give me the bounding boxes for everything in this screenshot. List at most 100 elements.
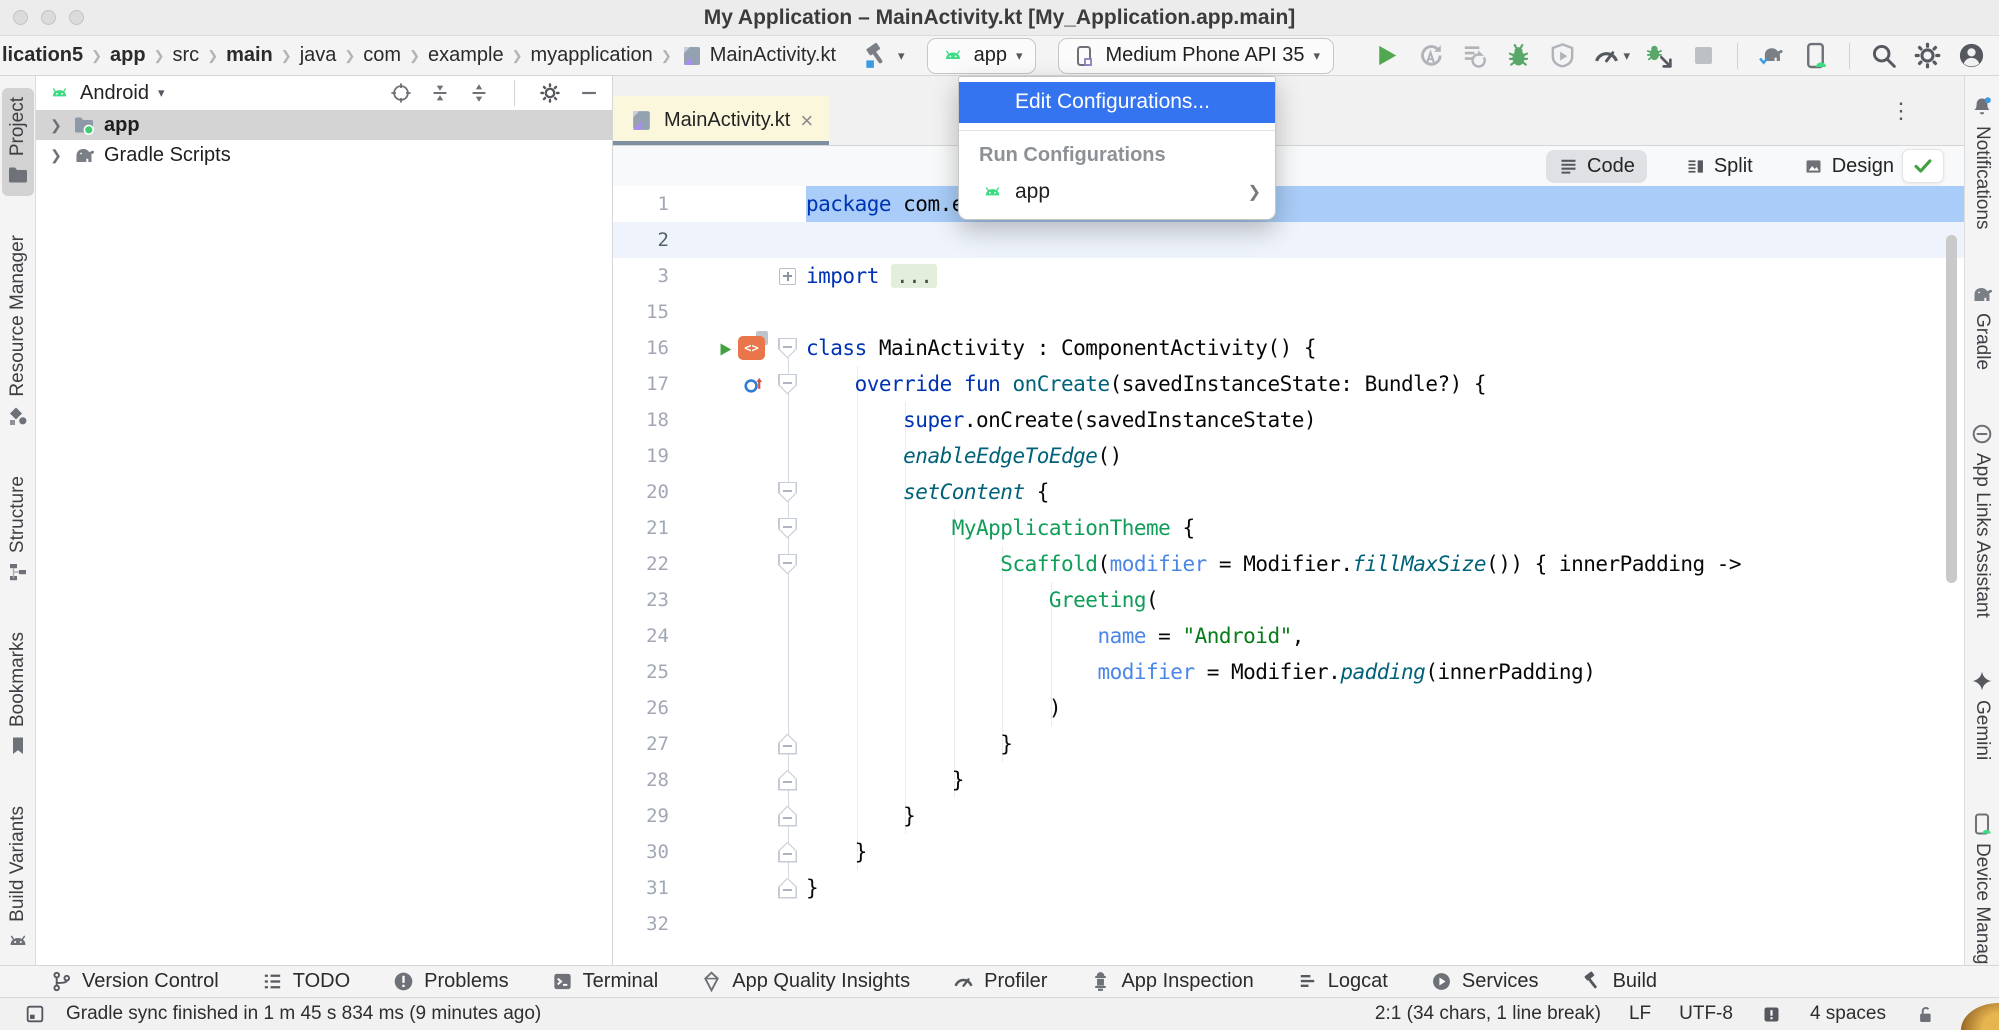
view-mode-code[interactable]: Code xyxy=(1546,150,1647,183)
device-select[interactable]: Medium Phone API 35 ▾ xyxy=(1058,38,1334,74)
compose-preview-icon[interactable]: <> xyxy=(738,336,765,360)
tool-window-app-quality-insights[interactable]: App Quality Insights xyxy=(700,970,910,993)
breadcrumb-src[interactable]: src xyxy=(173,44,200,67)
run-configuration-select[interactable]: app ▾ xyxy=(927,38,1037,74)
file-encoding[interactable]: UTF-8 xyxy=(1679,1003,1733,1025)
line-number[interactable]: 29 xyxy=(613,805,675,827)
line-number[interactable]: 30 xyxy=(613,841,675,863)
line-number[interactable]: 28 xyxy=(613,769,675,791)
line-number[interactable]: 24 xyxy=(613,625,675,647)
tool-window-todo[interactable]: TODO xyxy=(261,970,350,993)
profiler-button[interactable]: ▾ xyxy=(1589,38,1633,73)
attach-debugger-button[interactable] xyxy=(1642,38,1677,73)
fold-marker[interactable] xyxy=(778,482,797,503)
line-number[interactable]: 26 xyxy=(613,697,675,719)
line-number[interactable]: 17 xyxy=(613,373,675,395)
exclamation-square-icon[interactable] xyxy=(1761,1004,1782,1025)
menu-item-edit-configurations[interactable]: Edit Configurations... xyxy=(959,82,1275,123)
fold-marker[interactable] xyxy=(778,770,797,791)
gear-button[interactable] xyxy=(539,82,561,104)
sync-gradle-button[interactable] xyxy=(1754,38,1789,73)
editor-tab-mainactivity[interactable]: MainActivity.kt × xyxy=(613,96,829,145)
settings-button[interactable] xyxy=(1910,38,1945,73)
line-number[interactable]: 27 xyxy=(613,733,675,755)
apply-code-changes-button[interactable] xyxy=(1457,38,1492,73)
line-number[interactable]: 1 xyxy=(613,193,675,215)
status-message[interactable]: Gradle sync finished in 1 m 45 s 834 ms … xyxy=(66,1003,541,1025)
stop-button[interactable] xyxy=(1686,38,1721,73)
view-mode-split[interactable]: Split xyxy=(1673,150,1765,183)
run-button[interactable] xyxy=(1369,38,1404,73)
collapse-arrows-button[interactable] xyxy=(429,82,451,104)
tab-options-kebab-icon[interactable]: ⋮ xyxy=(1890,98,1912,124)
layout-grid-icon[interactable] xyxy=(24,1003,46,1025)
tool-window-build[interactable]: Build xyxy=(1581,970,1657,993)
minus-button[interactable] xyxy=(578,82,600,104)
breadcrumb-app[interactable]: app xyxy=(110,44,146,67)
breadcrumb-main[interactable]: main xyxy=(226,44,273,67)
inspection-status-widget[interactable] xyxy=(1902,149,1944,183)
profile-avatar-button[interactable] xyxy=(1954,38,1989,73)
line-number[interactable]: 16 xyxy=(613,337,675,359)
target-button[interactable] xyxy=(390,82,412,104)
tool-window-problems[interactable]: Problems xyxy=(392,970,508,993)
menu-item-app[interactable]: app ❯ xyxy=(959,174,1275,210)
tool-stripe-bookmarks[interactable]: Bookmarks xyxy=(2,623,34,767)
view-mode-design[interactable]: Design xyxy=(1791,150,1906,183)
override-method-icon[interactable] xyxy=(742,373,765,396)
line-number[interactable]: 3 xyxy=(613,265,675,287)
tool-window-services[interactable]: Services xyxy=(1430,970,1539,993)
editor-scrollbar[interactable] xyxy=(1946,235,1957,583)
tool-stripe-device-manager[interactable]: Device Manager xyxy=(1966,803,1998,990)
fold-marker[interactable] xyxy=(778,842,797,863)
line-number[interactable]: 15 xyxy=(613,301,675,323)
tree-item-gradle-scripts[interactable]: ❯ Gradle Scripts xyxy=(36,140,612,170)
tool-stripe-notifications[interactable]: Notifications xyxy=(1966,86,1998,239)
fold-marker[interactable] xyxy=(778,338,797,359)
close-tab-icon[interactable]: × xyxy=(800,110,813,132)
breadcrumb-com[interactable]: com xyxy=(363,44,401,67)
line-number[interactable]: 20 xyxy=(613,481,675,503)
build-project-button[interactable]: ▾ xyxy=(862,41,905,71)
chevron-expand-icon[interactable]: ❯ xyxy=(48,117,64,134)
project-view-select[interactable]: Android xyxy=(80,82,149,105)
line-number[interactable]: 19 xyxy=(613,445,675,467)
chevron-expand-icon[interactable]: ❯ xyxy=(48,147,64,164)
tool-window-logcat[interactable]: Logcat xyxy=(1296,970,1388,993)
apply-changes-button[interactable] xyxy=(1413,38,1448,73)
fold-marker[interactable] xyxy=(778,806,797,827)
tool-window-profiler[interactable]: Profiler xyxy=(952,970,1047,993)
fold-marker[interactable] xyxy=(778,734,797,755)
line-number[interactable]: 23 xyxy=(613,589,675,611)
breadcrumb-mainactivity-kt[interactable]: MainActivity.kt xyxy=(680,44,836,68)
tool-window-version-control[interactable]: Version Control xyxy=(50,970,219,993)
tool-stripe-gemini[interactable]: Gemini xyxy=(1966,660,1998,769)
device-manager-button[interactable] xyxy=(1798,38,1833,73)
tool-stripe-structure[interactable]: Structure xyxy=(2,467,34,593)
folded-region[interactable]: ... xyxy=(891,264,937,288)
tool-window-app-inspection[interactable]: App Inspection xyxy=(1089,970,1253,993)
tool-stripe-project[interactable]: Project xyxy=(2,88,34,196)
tool-stripe-app-links-assistant[interactable]: App Links Assistant xyxy=(1966,413,1998,627)
tool-stripe-gradle[interactable]: Gradle xyxy=(1966,273,1998,379)
line-number[interactable]: 32 xyxy=(613,913,675,935)
line-ending[interactable]: LF xyxy=(1629,1003,1651,1025)
chevron-down-icon[interactable]: ▾ xyxy=(158,85,165,101)
fold-marker[interactable] xyxy=(778,374,797,395)
breadcrumb-example[interactable]: example xyxy=(428,44,504,67)
expand-arrows-button[interactable] xyxy=(468,82,490,104)
tree-item-app[interactable]: ❯ app xyxy=(36,110,612,140)
breadcrumb-java[interactable]: java xyxy=(300,44,337,67)
breadcrumb-lication5[interactable]: lication5 xyxy=(2,44,83,67)
line-number[interactable]: 21 xyxy=(613,517,675,539)
line-number[interactable]: 25 xyxy=(613,661,675,683)
tool-window-terminal[interactable]: Terminal xyxy=(551,970,659,993)
caret-position[interactable]: 2:1 (34 chars, 1 line break) xyxy=(1375,1003,1601,1025)
run-line-icon[interactable] xyxy=(717,339,734,358)
fold-marker[interactable] xyxy=(778,878,797,899)
unlock-icon[interactable] xyxy=(1914,1004,1935,1025)
debug-button[interactable] xyxy=(1501,38,1536,73)
fold-marker-collapsed[interactable] xyxy=(779,268,796,285)
line-number[interactable]: 2 xyxy=(613,229,675,251)
tool-stripe-resource-manager[interactable]: Resource Manager xyxy=(2,226,34,437)
